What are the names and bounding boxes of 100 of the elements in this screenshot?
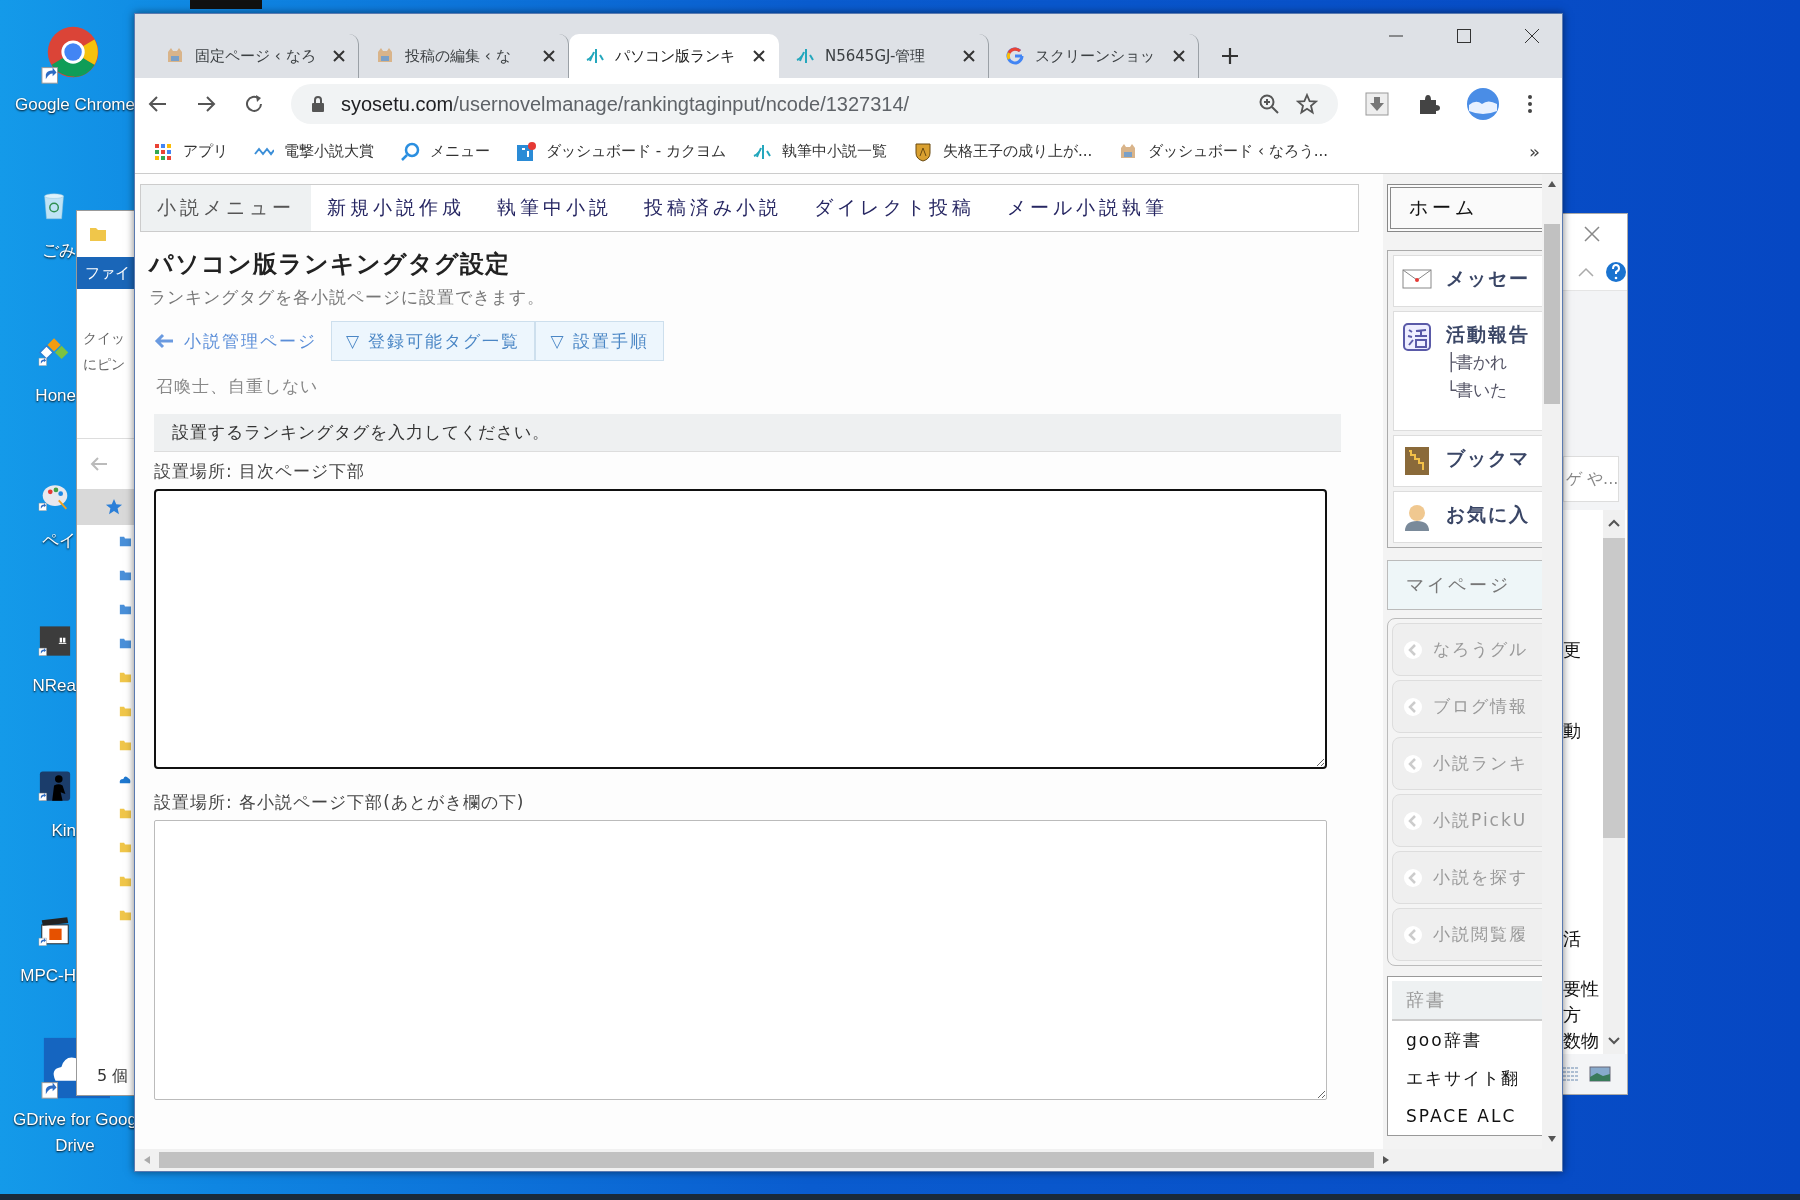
icon-label: GDrive for Goog Drive [13, 1109, 137, 1157]
scrollbar[interactable] [1542, 174, 1562, 1149]
close-icon[interactable] [1524, 28, 1540, 44]
star-icon[interactable] [1296, 93, 1318, 115]
caret-right-icon[interactable] [1382, 1155, 1390, 1165]
folder-icon [89, 226, 107, 242]
menu-item[interactable]: お気に入 [1393, 491, 1542, 543]
bookmark-item[interactable]: ダッシュボード - カクヨム [516, 141, 726, 162]
close-icon[interactable] [542, 49, 556, 63]
menu-tab[interactable]: メール小説執筆 [991, 185, 1184, 231]
maximize-icon[interactable] [1456, 28, 1472, 44]
scroll-thumb[interactable] [159, 1152, 1374, 1168]
menu-item[interactable]: メッセー [1393, 255, 1542, 307]
bookmark-item[interactable]: 執筆中小説一覧 [751, 141, 887, 162]
page-description: ランキングタグを各小説ページに設置できます。 [149, 286, 545, 309]
help-icon[interactable] [1605, 261, 1627, 284]
bracket-logo-icon [516, 141, 536, 162]
menu-tab[interactable]: 執筆中小説 [481, 185, 628, 231]
selected-row[interactable] [77, 489, 134, 525]
dictionary-link[interactable]: SPACE ALC [1392, 1097, 1517, 1135]
menu-label: 活動報告 [1446, 322, 1530, 347]
field-label: 設置場所: 目次ページ下部 [154, 460, 366, 483]
setting-text: 数物 [1563, 1029, 1599, 1053]
tab-title: 固定ページ ‹ なろ [195, 46, 317, 66]
pin-hint-text: クイッ [83, 329, 125, 348]
url-text: syosetu.com/usernovelmanage/rankingtaginput/ncode/1327314/ [341, 92, 911, 116]
chevron-left-icon [1403, 924, 1423, 945]
bookmark-item[interactable]: アプリ [153, 141, 228, 162]
folder-icon [119, 705, 131, 717]
instruction-bar: 設置するランキングタグを入力してください。 [154, 414, 1341, 452]
browser-tab[interactable]: パソコン版ランキ [569, 34, 779, 78]
thumbnail-view-icon[interactable] [1589, 1066, 1611, 1082]
close-icon[interactable] [962, 49, 976, 63]
caret-up-icon[interactable] [1547, 180, 1557, 188]
input-field[interactable] [154, 820, 1327, 1100]
star-icon [105, 498, 123, 516]
download-icon[interactable] [1364, 91, 1390, 117]
dictionary-link[interactable]: エキサイト翻 [1392, 1059, 1520, 1097]
novel-title: 召喚士、自重しない [156, 375, 318, 398]
folder-icon [119, 909, 131, 921]
menu-label: ブックマ [1446, 446, 1530, 471]
back-arrow-icon [154, 333, 174, 349]
chevron-left-icon [1403, 810, 1423, 831]
close-icon[interactable] [752, 49, 766, 63]
input-field[interactable] [154, 489, 1327, 769]
search-field[interactable]: ゲ や... [1563, 456, 1619, 502]
plus-icon[interactable] [1219, 45, 1241, 67]
icon-label: Hone [34, 385, 76, 407]
scroll-thumb[interactable] [1544, 224, 1560, 404]
caret-down-icon[interactable] [1608, 1036, 1620, 1046]
menu-label: お気に入 [1446, 502, 1530, 527]
more-icon[interactable] [1526, 93, 1534, 115]
list-view-icon[interactable] [1561, 1065, 1581, 1083]
address-bar[interactable]: syosetu.com/usernovelmanage/rankingtaginput/ncode/1327314/ [291, 84, 1338, 124]
chevron-left-icon [1403, 753, 1423, 774]
scrollbar[interactable] [135, 1149, 1562, 1171]
home-button[interactable]: ホーム [1387, 184, 1542, 232]
chevron-left-icon [1403, 867, 1423, 888]
caret-up-icon[interactable] [1608, 518, 1620, 528]
menu-tab[interactable]: 新規小説作成 [311, 185, 481, 231]
icon-label: Kin [50, 820, 76, 842]
script-logo-icon [795, 46, 815, 66]
submenu-link[interactable]: └書いた [1446, 376, 1508, 404]
bookmark-item[interactable]: メニュー [400, 141, 490, 162]
zoom-icon[interactable] [1258, 93, 1280, 115]
avatar-icon[interactable] [1466, 87, 1500, 121]
reader-silhouette-icon[interactable] [38, 771, 72, 802]
setting-text: 方 [1563, 1003, 1581, 1027]
close-icon[interactable] [332, 49, 346, 63]
scrollbar[interactable] [1603, 510, 1625, 1054]
toggle-button[interactable]: ▽ 登録可能タグ一覧 [331, 321, 536, 361]
submenu-link[interactable]: ├書かれ [1446, 348, 1508, 376]
icon-label: ごみ [41, 240, 76, 262]
menu-item[interactable]: ブックマ [1393, 435, 1542, 487]
tab-title: 投稿の編集 ‹ な [405, 46, 512, 66]
dictionary-link[interactable]: goo辞書 [1392, 1021, 1482, 1059]
reload-icon[interactable] [243, 93, 265, 115]
toggle-button[interactable]: ▽ 設置手順 [535, 321, 664, 361]
clapperboard-icon[interactable] [38, 916, 72, 947]
menu-tab[interactable]: 投稿済み小説 [628, 185, 798, 231]
caret-down-icon[interactable] [1547, 1135, 1557, 1143]
scroll-thumb[interactable] [1603, 538, 1625, 838]
chevron-left-icon [1403, 696, 1423, 717]
menu-tab[interactable]: ダイレクト投稿 [798, 185, 991, 231]
bookmark-item[interactable]: ダッシュボード ‹ なろう... [1118, 141, 1329, 162]
menu-item[interactable]: 活動報告 ├書かれ └書いた [1393, 311, 1542, 431]
icon-label: ペイ [41, 530, 76, 552]
bookmark-item[interactable]: 電撃小説大賞 [254, 141, 374, 162]
bookmark-item[interactable]: 失格王子の成り上が... [912, 141, 1093, 162]
tab-title: パソコン版ランキ [615, 46, 736, 66]
bookmarks-overflow-button[interactable]: » [1529, 141, 1540, 162]
icon-label: MPC-H [19, 965, 76, 987]
menu-label: メッセー [1446, 266, 1530, 291]
shield-icon [912, 141, 933, 162]
chevron-left-icon [1403, 639, 1423, 660]
close-icon[interactable] [1172, 49, 1186, 63]
magnifier-icon [400, 141, 420, 162]
folder-icon [119, 875, 131, 887]
dark-tile-icon[interactable] [38, 626, 72, 657]
menu-tab[interactable]: 小説メニュー [141, 185, 311, 231]
